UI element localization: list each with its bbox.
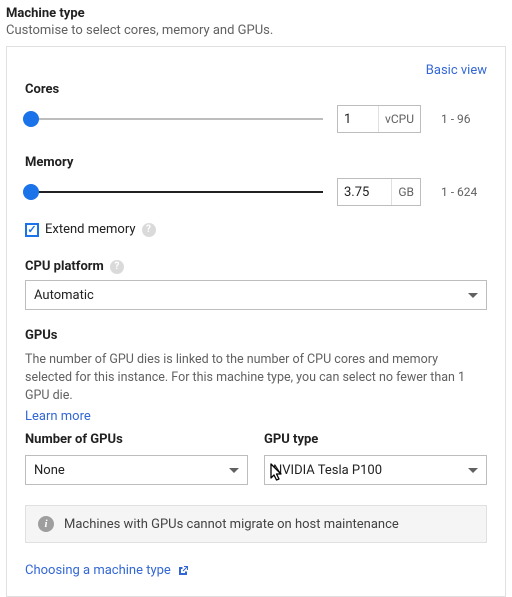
page-title: Machine type	[6, 6, 506, 21]
help-icon[interactable]: ?	[110, 260, 124, 274]
cpu-platform-value: Automatic	[34, 288, 94, 303]
cores-value: 1	[338, 106, 378, 132]
memory-unit: GB	[391, 179, 420, 205]
cores-unit: vCPU	[378, 106, 420, 132]
num-gpus-value: None	[34, 463, 65, 478]
choosing-link-text: Choosing a machine type	[25, 563, 171, 578]
help-icon[interactable]: ?	[142, 223, 156, 237]
memory-range: 1 - 624	[441, 185, 487, 199]
chevron-down-icon	[229, 468, 239, 473]
gpus-label: GPUs	[25, 328, 487, 343]
cores-slider[interactable]	[25, 109, 323, 129]
external-link-icon	[177, 565, 189, 577]
memory-slider-thumb[interactable]	[23, 184, 39, 200]
memory-slider[interactable]	[25, 182, 323, 202]
cores-range: 1 - 96	[441, 112, 487, 126]
page-subtitle: Customise to select cores, memory and GP…	[6, 23, 506, 38]
learn-more-link[interactable]: Learn more	[25, 409, 91, 424]
info-icon: i	[38, 516, 54, 532]
memory-label: Memory	[25, 155, 487, 170]
gpu-type-value: NVIDIA Tesla P100	[273, 463, 382, 478]
cpu-platform-label: CPU platform	[25, 259, 104, 274]
chevron-down-icon	[468, 293, 478, 298]
basic-view-link[interactable]: Basic view	[426, 63, 487, 78]
gpu-migration-banner: i Machines with GPUs cannot migrate on h…	[25, 505, 487, 543]
memory-value: 3.75	[338, 179, 391, 205]
cores-label: Cores	[25, 82, 487, 97]
choosing-machine-type-link[interactable]: Choosing a machine type	[25, 563, 189, 578]
banner-text: Machines with GPUs cannot migrate on hos…	[64, 517, 399, 532]
cpu-platform-select[interactable]: Automatic	[25, 280, 487, 310]
num-gpus-label: Number of GPUs	[25, 432, 248, 447]
cores-slider-thumb[interactable]	[23, 111, 39, 127]
chevron-down-icon	[468, 468, 478, 473]
gpu-type-select[interactable]: NVIDIA Tesla P100	[264, 455, 487, 485]
memory-input[interactable]: 3.75 GB	[337, 178, 421, 206]
gpu-type-label: GPU type	[264, 432, 487, 447]
extend-memory-checkbox[interactable]: ✓	[25, 223, 39, 237]
cores-input[interactable]: 1 vCPU	[337, 105, 421, 133]
extend-memory-label: Extend memory	[45, 222, 136, 237]
num-gpus-select[interactable]: None	[25, 455, 248, 485]
gpus-description: The number of GPU dies is linked to the …	[25, 351, 487, 405]
machine-type-panel: Basic view Cores 1 vCPU 1 - 96 Memory 3.…	[6, 46, 506, 597]
